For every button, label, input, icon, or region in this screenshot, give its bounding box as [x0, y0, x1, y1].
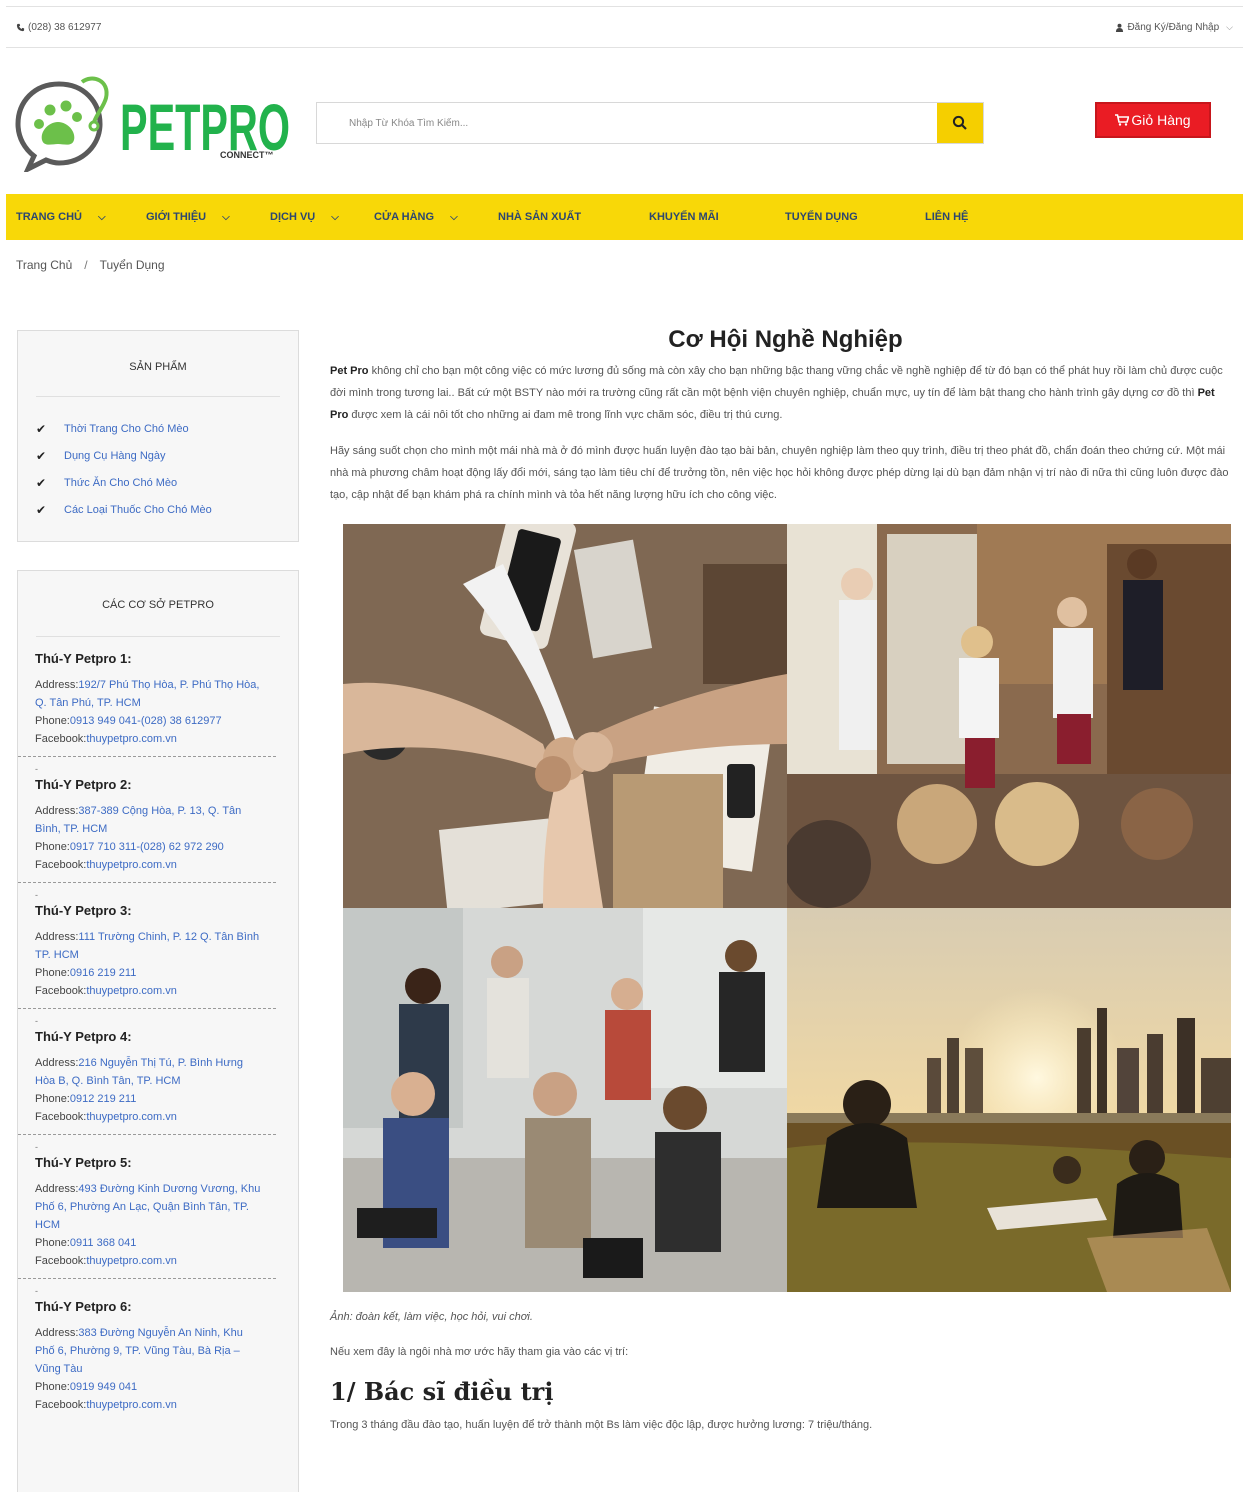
branch-phone[interactable]: 0913 949 041-(028) 38 612977: [70, 715, 222, 727]
skyline-picnic-photo: [787, 908, 1231, 1292]
classroom-photo: [787, 524, 1231, 908]
branch-facebook-link[interactable]: thuypetpro.com.vn: [86, 859, 177, 871]
branch-phone[interactable]: 0919 949 041: [70, 1381, 137, 1393]
category-item[interactable]: ✔ Thời Trang Cho Chó Mèo: [36, 415, 298, 442]
phone-number: (028) 38 612977: [28, 21, 102, 33]
phone-icon: [16, 23, 25, 31]
cart-button[interactable]: Giỏ Hàng: [1095, 102, 1211, 138]
nav-item-home[interactable]: TRANG CHỦ ⌵: [16, 211, 146, 223]
account-link[interactable]: Đăng Ký/Đăng Nhập ⌵: [1115, 22, 1233, 33]
sidebar-branches: CÁC CƠ SỞ PETPRO Thú-Y Petpro 1: Address…: [17, 570, 299, 1492]
products-heading: SẢN PHẨM: [36, 331, 280, 397]
main-nav: TRANG CHỦ ⌵ GIỚI THIỆU ⌵ DỊCH VỤ ⌵ CỬA HÀNG…: [6, 194, 1243, 240]
branch-name: Thú-Y Petpro 1:: [35, 651, 132, 666]
article: Cơ Hội Nghề Nghiệp Pet Pro không chỉ cho…: [330, 326, 1235, 1436]
nav-item-recruitment[interactable]: TUYỂN DỤNG: [785, 211, 925, 223]
search-icon: [952, 115, 967, 130]
category-item[interactable]: ✔ Dụng Cụ Hàng Ngày: [36, 442, 298, 469]
branch-name: Thú-Y Petpro 3:: [35, 903, 132, 918]
branches-heading: CÁC CƠ SỞ PETPRO: [36, 571, 280, 637]
product-category-list: ✔ Thời Trang Cho Chó Mèo ✔ Dụng Cụ Hàng Ng…: [18, 397, 298, 523]
breadcrumb-home[interactable]: Trang Chủ: [16, 258, 72, 272]
nav-item-contact[interactable]: LIÊN HỆ: [925, 211, 968, 223]
positions-intro: Nếu xem đây là ngôi nhà mơ ước hãy tham …: [330, 1346, 629, 1358]
cart-icon: [1115, 114, 1130, 126]
branch-phone[interactable]: 0912 219 211: [70, 1093, 136, 1105]
breadcrumb: Trang Chủ / Tuyển Dụng: [16, 258, 165, 272]
category-item[interactable]: ✔ Thức Ăn Cho Chó Mèo: [36, 469, 298, 496]
breadcrumb-separator: /: [84, 258, 88, 272]
branch-card: - Thú-Y Petpro 5: Address:493 Đường Kinh…: [18, 1135, 276, 1279]
nav-item-promotions[interactable]: KHUYẾN MÃI: [649, 211, 785, 223]
body-paragraph: Hãy sáng suốt chọn cho mình một mái nhà …: [330, 445, 1229, 501]
hotline[interactable]: (028) 38 612977: [16, 22, 101, 33]
branch-name: Thú-Y Petpro 2:: [35, 777, 132, 792]
chevron-down-icon: ⌵: [98, 211, 106, 223]
check-icon: ✔: [36, 502, 47, 517]
branch-facebook-link[interactable]: thuypetpro.com.vn: [86, 733, 177, 745]
branch-name: Thú-Y Petpro 6:: [35, 1299, 132, 1314]
breadcrumb-current: Tuyển Dụng: [99, 258, 165, 272]
nav-item-shop[interactable]: CỬA HÀNG ⌵: [374, 211, 498, 223]
cart-label: Giỏ Hàng: [1131, 112, 1191, 128]
branch-name: Thú-Y Petpro 4:: [35, 1029, 132, 1044]
section-heading: 1/ Bác sĩ điều trị: [330, 1377, 554, 1406]
svg-text:CONNECT™: CONNECT™: [220, 150, 274, 160]
chevron-down-icon: ⌵: [1226, 21, 1233, 32]
check-icon: ✔: [36, 448, 47, 463]
check-icon: ✔: [36, 421, 47, 436]
branch-facebook-link[interactable]: thuypetpro.com.vn: [86, 1255, 177, 1267]
branch-phone[interactable]: 0911 368 041: [70, 1237, 136, 1249]
chevron-down-icon: ⌵: [222, 211, 230, 223]
nav-item-manufacturers[interactable]: NHÀ SẢN XUẤT: [498, 211, 649, 223]
nav-item-services[interactable]: DỊCH VỤ ⌵: [270, 211, 374, 223]
account-label: Đăng Ký/Đăng Nhập: [1127, 21, 1220, 33]
category-item[interactable]: ✔ Các Loại Thuốc Cho Chó Mèo: [36, 496, 298, 523]
teamwork-photo: [343, 524, 787, 908]
branch-facebook-link[interactable]: thuypetpro.com.vn: [86, 1111, 177, 1123]
branch-card: - Thú-Y Petpro 2: Address:387-389 Cộng H…: [18, 757, 276, 883]
team-photo-collage: [343, 524, 1231, 1292]
photo-caption: Ảnh: đoàn kết, làm việc, học hỏi, vui ch…: [330, 1311, 533, 1323]
branch-facebook-link[interactable]: thuypetpro.com.vn: [86, 1399, 177, 1411]
branch-card: - Thú-Y Petpro 3: Address:111 Trường Chi…: [18, 883, 276, 1009]
branch-phone[interactable]: 0917 710 311-(028) 62 972 290: [70, 841, 224, 853]
search-bar: [316, 102, 984, 144]
intro-paragraph: Pet Pro không chỉ cho bạn một công việc …: [330, 365, 1223, 421]
petpro-logo[interactable]: PETPRO CONNECT™: [14, 72, 294, 175]
branch-phone[interactable]: 0916 219 211: [70, 967, 136, 979]
branch-card: - Thú-Y Petpro 6: Address:383 Đường Nguy…: [18, 1279, 276, 1422]
chevron-down-icon: ⌵: [450, 211, 458, 223]
top-bar: (028) 38 612977 Đăng Ký/Đăng Nhập ⌵: [6, 6, 1243, 48]
sidebar-products: SẢN PHẨM ✔ Thời Trang Cho Chó Mèo ✔ Dụng C…: [17, 330, 299, 542]
search-input[interactable]: [317, 103, 937, 143]
branch-facebook-link[interactable]: thuypetpro.com.vn: [86, 985, 177, 997]
logo-mark: PETPRO CONNECT™: [15, 76, 290, 175]
search-button[interactable]: [937, 103, 983, 143]
branch-name: Thú-Y Petpro 5:: [35, 1155, 132, 1170]
page-title: Cơ Hội Nghề Nghiệp: [668, 326, 903, 353]
branch-card: - Thú-Y Petpro 4: Address:216 Nguyễn Thị…: [18, 1009, 276, 1135]
office-meeting-photo: [343, 908, 787, 1292]
check-icon: ✔: [36, 475, 47, 490]
nav-item-about[interactable]: GIỚI THIỆU ⌵: [146, 211, 270, 223]
branch-card: Thú-Y Petpro 1: Address:192/7 Phú Thọ Hò…: [18, 637, 276, 757]
user-icon: [1116, 23, 1124, 32]
section-paragraph: Trong 3 tháng đầu đào tạo, huấn luyện để…: [330, 1419, 873, 1431]
chevron-down-icon: ⌵: [331, 211, 339, 223]
